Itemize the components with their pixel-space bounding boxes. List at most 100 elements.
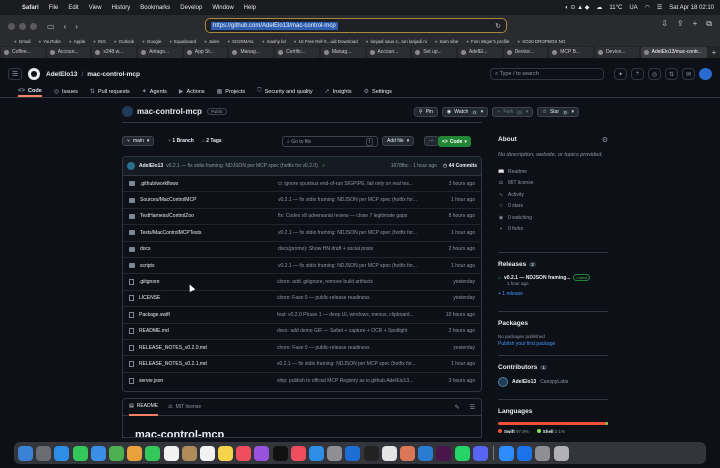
zoom-window-button[interactable] [30, 22, 37, 30]
github-logo-icon[interactable] [28, 68, 40, 80]
whatsapp-icon[interactable] [454, 445, 470, 461]
favorite-item[interactable]: Google [142, 39, 162, 44]
status-icons[interactable]: ◐ ⊙ ▲ ◆ [565, 4, 589, 11]
tab-agents[interactable]: ✦ Agents [142, 86, 167, 97]
tv-icon[interactable] [272, 445, 288, 461]
more-options-button[interactable]: ⋯ [424, 136, 439, 146]
outline-icon[interactable]: ☰ [470, 404, 475, 411]
favorite-item[interactable]: Gmail [14, 39, 31, 44]
browser-tab[interactable]: Device... [594, 46, 639, 58]
menu-develop[interactable]: Develop [180, 5, 202, 11]
wifi-icon[interactable]: ◠ [645, 4, 650, 11]
file-name[interactable]: README.md [139, 328, 277, 334]
url-text[interactable]: https://github.com/AdelElo13/mac-control… [211, 21, 338, 30]
tab-settings[interactable]: ⚙ Settings [364, 86, 392, 97]
user-avatar[interactable] [699, 68, 712, 80]
menu-history[interactable]: History [112, 5, 131, 11]
author-avatar[interactable] [127, 162, 135, 170]
favorite-item[interactable]: Jules [204, 39, 220, 44]
back-icon[interactable]: ‹ [64, 22, 67, 31]
table-row[interactable]: TestHarness/ControlZoo fix: Codex v8 adve… [123, 209, 481, 226]
address-bar[interactable]: https://github.com/AdelElo13/mac-control… [205, 18, 507, 33]
browser-tab[interactable]: Manag... [229, 46, 274, 58]
file-name[interactable]: Tests/MacControlMCPTests [140, 230, 278, 236]
menubar-clock[interactable]: Sat Apr 18 02:10 [669, 5, 714, 11]
language-item[interactable]: Swift 97.9% [498, 429, 529, 434]
table-row[interactable]: Package.swift feat: v0.2.0 Phase 1 — deep… [123, 307, 481, 324]
weather-icon[interactable]: ☁ [596, 4, 602, 11]
browser-tab[interactable]: Accoun... [366, 46, 411, 58]
file-commit-message[interactable]: v0.2.1 — fix stdio framing: NDJSON per M… [278, 230, 419, 236]
table-row[interactable]: Tests/MacControlMCPTests v0.2.1 — fix std… [123, 225, 481, 242]
tags-link[interactable]: ⌂ 2 Tags [202, 138, 222, 144]
favorite-item[interactable]: SO20MAIL [227, 39, 254, 44]
favorite-item[interactable]: Apple [69, 39, 86, 44]
pin-button[interactable]: ⚲ Pin [414, 107, 438, 117]
browser-tab-active[interactable]: AdelElo13/mac-contr... [640, 46, 707, 58]
menu-bookmarks[interactable]: Bookmarks [140, 5, 170, 11]
notifications-icon[interactable]: ✉ [682, 68, 695, 80]
zoom-icon[interactable] [499, 445, 515, 461]
browser-tab[interactable]: Set up... [412, 46, 456, 58]
favorite-item[interactable]: Finn Wiger's profile [466, 39, 509, 44]
photos-icon[interactable] [127, 445, 143, 461]
mail-icon[interactable] [90, 445, 106, 461]
tab-readme[interactable]: ▤ README [129, 399, 159, 416]
create-new-icon[interactable]: + [631, 68, 644, 80]
safari-icon[interactable] [54, 445, 70, 461]
file-commit-message[interactable]: chore: add .gitignore, remove build arti… [277, 279, 419, 285]
forks-link[interactable]: ⑂ 0 forks [498, 224, 608, 236]
table-row[interactable]: .github/workflows ci: ignore spurious end… [123, 176, 481, 193]
minimize-window-button[interactable] [19, 22, 26, 30]
browser-tab[interactable]: s248.w... [92, 46, 137, 58]
table-row[interactable]: Sources/MacControlMCP v0.2.1 — fix stdio … [123, 192, 481, 209]
menu-file[interactable]: File [49, 5, 59, 11]
table-row[interactable]: docs docs(promo): Show HN draft + social … [123, 242, 481, 258]
claude-icon[interactable] [399, 445, 415, 461]
watch-button[interactable]: ◉ Watch 0 ▾ [441, 107, 489, 117]
podcasts-icon[interactable] [254, 445, 270, 461]
favorite-item[interactable]: Equaboard [169, 39, 196, 44]
code-button[interactable]: <> Code ▾ [438, 136, 471, 147]
favorite-item[interactable]: ING [93, 39, 106, 44]
publish-package-link[interactable]: Publish your first package [498, 341, 608, 347]
file-commit-message[interactable]: chore: Fase 0 — public-release readiness [277, 345, 419, 351]
table-row[interactable]: RELEASE_NOTES_v0.2.0.md chore: Fase 0 — p… [123, 340, 481, 357]
license-link[interactable]: ⚖ MIT license [498, 178, 608, 190]
download-icon[interactable]: ⇩ [661, 19, 668, 29]
xcode-icon[interactable] [345, 445, 361, 461]
tab-actions[interactable]: ▶ Actions [179, 86, 205, 97]
notes-icon[interactable] [218, 445, 234, 461]
control-center-icon[interactable]: ☰ [657, 4, 662, 11]
menu-view[interactable]: View [89, 5, 102, 11]
file-name[interactable]: .github/workflows [140, 181, 278, 187]
menu-edit[interactable]: Edit [68, 5, 78, 11]
discord-icon[interactable] [472, 445, 488, 461]
favorite-item[interactable]: 10 Free Ref-X...uid Download [294, 39, 358, 44]
favorite-item[interactable]: Outlook [114, 39, 135, 44]
browser-tab[interactable]: MCP B... [549, 46, 593, 58]
menu-window[interactable]: Window [212, 5, 233, 11]
latest-release[interactable]: ⌂ v0.2.1 — NDJSON framing... Latest [498, 274, 608, 281]
keyboard-layout[interactable]: UA [629, 5, 637, 11]
gear-icon[interactable]: ⚙ [602, 136, 608, 144]
file-commit-message[interactable]: chore: Fase 0 — public-release readiness [277, 295, 419, 301]
1password-icon[interactable] [517, 445, 533, 461]
favorite-item[interactable]: Sam vibe [435, 39, 459, 44]
file-commit-message[interactable]: v0.2.1 — fix stdio framing: NDJSON per M… [278, 263, 419, 269]
commit-sha-time[interactable]: 1678fbc · 1 hour ago [391, 163, 437, 169]
table-row[interactable]: README.md docs: add demo GIF — Safari + c… [123, 324, 481, 340]
appstore-icon[interactable] [309, 445, 324, 461]
breadcrumb-repo[interactable]: mac-control-mcp [87, 71, 140, 78]
file-commit-message[interactable]: ship: publish to official MCP Registry a… [277, 378, 419, 384]
stars-link[interactable]: ☆ 0 stars [498, 201, 608, 213]
go-to-file-input[interactable]: ⌕ Go to file t [282, 136, 378, 147]
breadcrumb-owner[interactable]: AdelElo13 [46, 71, 77, 78]
file-name[interactable]: server.json [139, 378, 277, 384]
table-row[interactable]: .gitignore chore: add .gitignore, remove … [123, 274, 481, 291]
issues-icon[interactable]: ◎ [648, 68, 661, 80]
file-commit-message[interactable]: fix: Codex v8 adversarial review — close… [278, 213, 419, 219]
trash-icon[interactable] [553, 445, 569, 461]
favorite-item[interactable]: lanjadi saus s...ton lanjadi nl [366, 39, 427, 44]
file-commit-message[interactable]: docs: add demo GIF — Safari + capture + … [277, 328, 419, 334]
